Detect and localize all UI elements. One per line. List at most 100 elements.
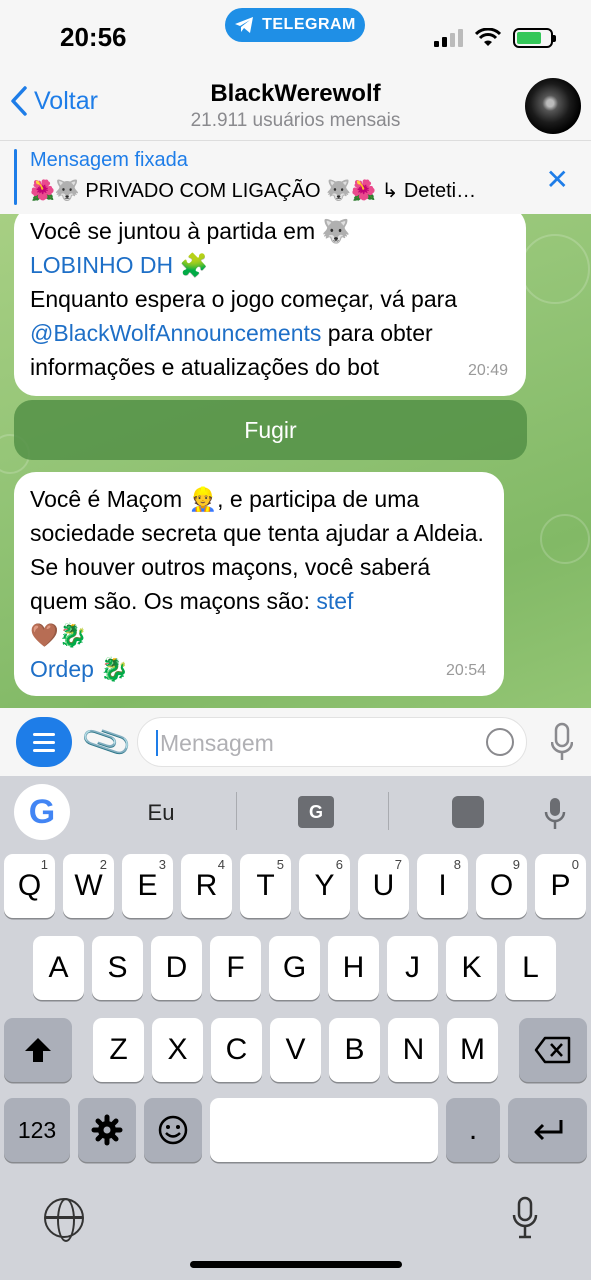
dictation-mic-icon[interactable]	[512, 1196, 538, 1240]
key-v[interactable]: V	[270, 1018, 321, 1082]
key-hint: 7	[394, 857, 402, 872]
key-hint: 9	[512, 857, 520, 872]
key-y[interactable]: 6Y	[299, 854, 350, 918]
key-t[interactable]: 5T	[240, 854, 291, 918]
key-u[interactable]: 7U	[358, 854, 409, 918]
key-n[interactable]: N	[388, 1018, 439, 1082]
message-text: para obter	[321, 320, 433, 346]
gear-icon	[91, 1114, 123, 1146]
key-m[interactable]: M	[447, 1018, 498, 1082]
key-label: O	[489, 869, 514, 902]
input-bar: 📎 Mensagem	[0, 708, 591, 776]
pinned-text: 🌺🐺 PRIVADO COM LIGAÇÃO 🐺🌺 ↳ Deteti…	[30, 180, 477, 202]
settings-key[interactable]	[78, 1098, 136, 1162]
return-icon	[534, 1120, 562, 1141]
message-text: Você se juntou à partida em 🐺	[30, 218, 351, 244]
chat-area[interactable]: Você se juntou à partida em 🐺 LOBINHO DH…	[0, 214, 591, 708]
key-r[interactable]: 4R	[181, 854, 232, 918]
key-s[interactable]: S	[92, 936, 143, 1000]
status-time: 20:56	[60, 22, 127, 52]
key-f[interactable]: F	[210, 936, 261, 1000]
period-key[interactable]: .	[446, 1098, 500, 1162]
key-b[interactable]: B	[329, 1018, 380, 1082]
key-p[interactable]: 0P	[535, 854, 586, 918]
suggestion-word[interactable]: Eu	[124, 800, 198, 826]
channel-link[interactable]: @BlackWolfAnnouncements	[30, 320, 321, 346]
message-input[interactable]: Mensagem	[137, 717, 527, 767]
key-a[interactable]: A	[33, 936, 84, 1000]
mic-icon[interactable]	[551, 722, 573, 764]
pinned-indicator	[14, 149, 17, 205]
google-icon[interactable]: G	[14, 784, 70, 840]
key-hint: 2	[99, 857, 107, 872]
key-q[interactable]: 1Q	[4, 854, 55, 918]
key-label: Q	[17, 869, 42, 902]
bot-menu-button[interactable]	[16, 717, 72, 767]
message-line: Você se juntou à partida em 🐺	[30, 214, 510, 248]
backspace-key[interactable]	[519, 1018, 587, 1082]
key-hint: 4	[217, 857, 225, 872]
telegram-pill[interactable]: TELEGRAM	[225, 8, 365, 42]
message-bubble[interactable]: Você se juntou à partida em 🐺 LOBINHO DH…	[14, 214, 526, 396]
text-caret	[156, 730, 158, 756]
key-label: E	[137, 869, 158, 902]
sticker-icon[interactable]	[486, 728, 514, 756]
wifi-icon	[475, 28, 501, 46]
key-j[interactable]: J	[387, 936, 438, 1000]
key-label: I	[438, 869, 447, 902]
key-e[interactable]: 3E	[122, 854, 173, 918]
message-time: 20:54	[445, 662, 486, 679]
key-c[interactable]: C	[211, 1018, 262, 1082]
emoji-key[interactable]	[144, 1098, 202, 1162]
key-z[interactable]: Z	[93, 1018, 144, 1082]
message-emoji: 🧩	[179, 252, 209, 278]
key-d[interactable]: D	[151, 936, 202, 1000]
chat-title[interactable]: BlackWerewolf	[0, 80, 591, 108]
key-i[interactable]: 8I	[417, 854, 468, 918]
message-line: LOBINHO DH 🧩	[30, 248, 510, 282]
telegram-pill-label: TELEGRAM	[262, 16, 356, 33]
emoji-icon	[158, 1115, 188, 1145]
key-label: T	[256, 869, 275, 902]
member-link-stef[interactable]: stef	[316, 588, 353, 614]
chat-header: Voltar BlackWerewolf 21.911 usuários men…	[0, 72, 591, 140]
translate-icon[interactable]: G	[298, 796, 334, 828]
key-hint: 0	[571, 857, 579, 872]
chat-avatar[interactable]	[525, 78, 581, 134]
key-o[interactable]: 9O	[476, 854, 527, 918]
message-text: Você é Maçom 👷, e participa de uma socie…	[30, 486, 484, 614]
key-k[interactable]: K	[446, 936, 497, 1000]
key-h[interactable]: H	[328, 936, 379, 1000]
shift-key[interactable]	[4, 1018, 72, 1082]
key-hint: 6	[335, 857, 343, 872]
message-line: informações e atualizações do bot	[30, 354, 380, 380]
key-label: Y	[314, 869, 335, 902]
message-bubble[interactable]: Você é Maçom 👷, e participa de uma socie…	[14, 472, 504, 696]
flee-button[interactable]: Fugir	[14, 400, 527, 460]
wallpaper-doodle	[520, 234, 590, 304]
space-key[interactable]	[210, 1098, 438, 1162]
game-link[interactable]: LOBINHO DH	[30, 252, 173, 278]
attach-icon[interactable]: 📎	[79, 714, 136, 770]
suggestion-bar: G Eu G	[0, 776, 591, 848]
member-link-ordep[interactable]: Ordep	[30, 656, 94, 682]
key-hint: 3	[158, 857, 166, 872]
key-w[interactable]: 2W	[63, 854, 114, 918]
return-key[interactable]	[508, 1098, 587, 1162]
close-icon[interactable]: ✕	[546, 163, 569, 196]
telegram-icon	[235, 17, 254, 33]
message-line: Enquanto espera o jogo começar, vá para	[30, 286, 458, 312]
battery-icon	[513, 28, 556, 48]
key-l[interactable]: L	[505, 936, 556, 1000]
backspace-icon	[534, 1036, 571, 1064]
message-emoji: 🤎🐉	[30, 622, 88, 648]
globe-icon[interactable]	[44, 1198, 84, 1242]
image-search-icon[interactable]	[452, 796, 484, 828]
message-line: @BlackWolfAnnouncements para obter	[30, 316, 510, 350]
key-g[interactable]: G	[269, 936, 320, 1000]
pinned-message[interactable]: Mensagem fixada 🌺🐺 PRIVADO COM LIGAÇÃO 🐺…	[0, 140, 591, 214]
key-x[interactable]: X	[152, 1018, 203, 1082]
home-indicator	[190, 1261, 402, 1268]
numbers-key[interactable]: 123	[4, 1098, 70, 1162]
voice-input-icon[interactable]	[544, 796, 566, 832]
